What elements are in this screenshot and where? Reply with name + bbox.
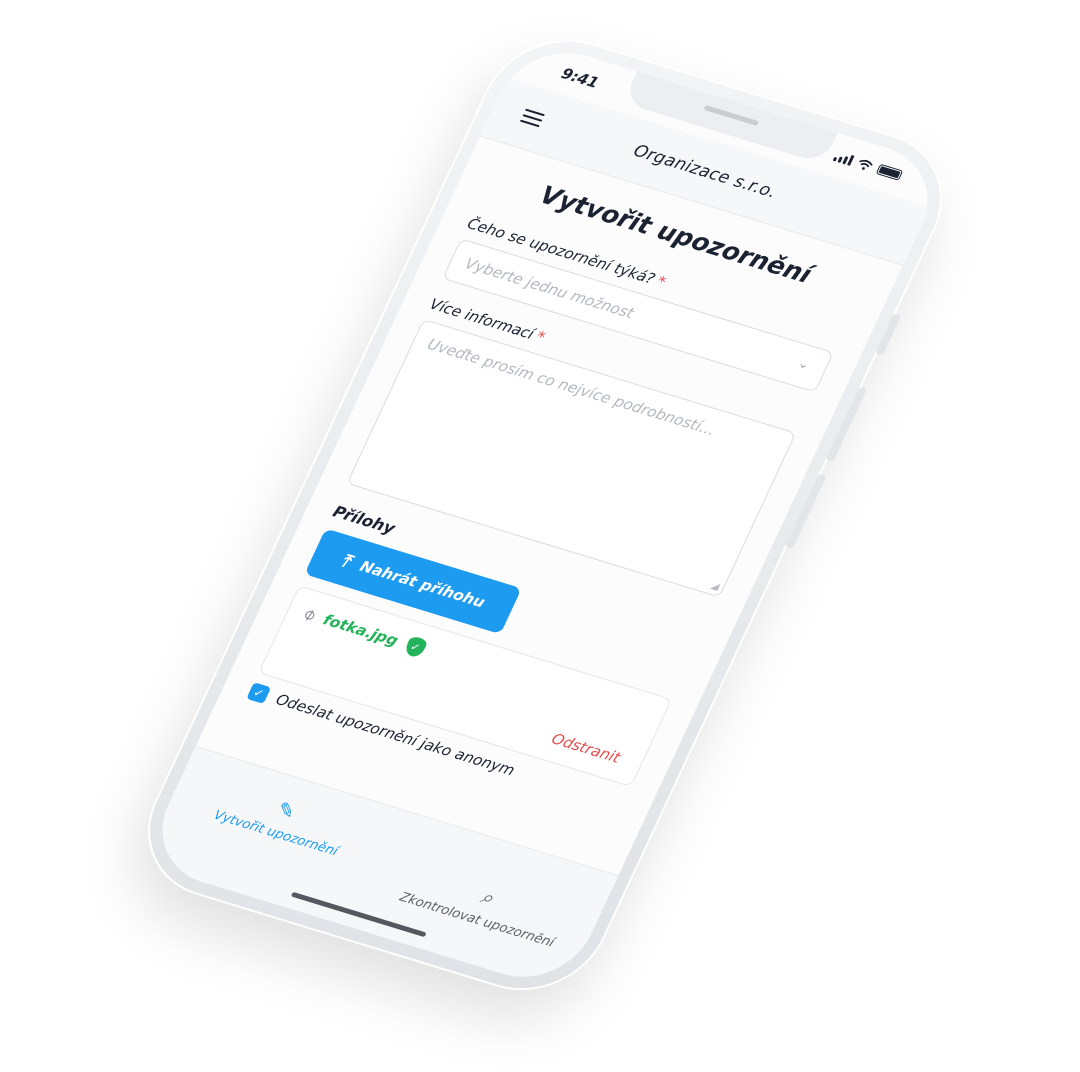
- battery-icon: [875, 163, 904, 181]
- required-mark: *: [653, 272, 669, 292]
- attachment-file-name[interactable]: fotka.jpg: [320, 611, 401, 650]
- anonymous-checkbox[interactable]: ✓: [246, 682, 272, 704]
- alert-form: Vytvořit upozornění Čeho se upozornění t…: [246, 164, 868, 813]
- resize-handle-icon[interactable]: ◢: [709, 580, 721, 592]
- status-icons: [832, 151, 904, 181]
- chevron-down-icon: ⌄: [795, 356, 813, 374]
- remove-attachment-button[interactable]: Odstranit: [549, 730, 624, 767]
- hamburger-menu-icon[interactable]: [518, 108, 545, 131]
- speaker: [703, 105, 760, 126]
- phone-frame: 9:41 Organizace s.r.o. Vytvořit upozorně…: [121, 20, 969, 1010]
- wifi-icon: [859, 159, 873, 170]
- status-time: 9:41: [558, 64, 602, 92]
- upload-icon: ⤒: [337, 549, 354, 572]
- tab-create-alert[interactable]: ✎ Vytvořit upozornění: [167, 767, 398, 873]
- required-mark: *: [533, 327, 549, 347]
- signal-icon: [832, 151, 855, 166]
- phone-screen: 9:41 Organizace s.r.o. Vytvořit upozorně…: [141, 37, 949, 993]
- upload-button-label: Nahrát příhohu: [357, 557, 488, 612]
- verified-shield-icon: ✓: [402, 635, 429, 659]
- stage: 9:41 Organizace s.r.o. Vytvořit upozorně…: [0, 0, 1080, 1072]
- side-button: [874, 313, 902, 356]
- tab-check-alerts[interactable]: ⌕ Zkontrolovat upozornění: [368, 854, 599, 960]
- paperclip-icon: ⌀: [302, 603, 317, 626]
